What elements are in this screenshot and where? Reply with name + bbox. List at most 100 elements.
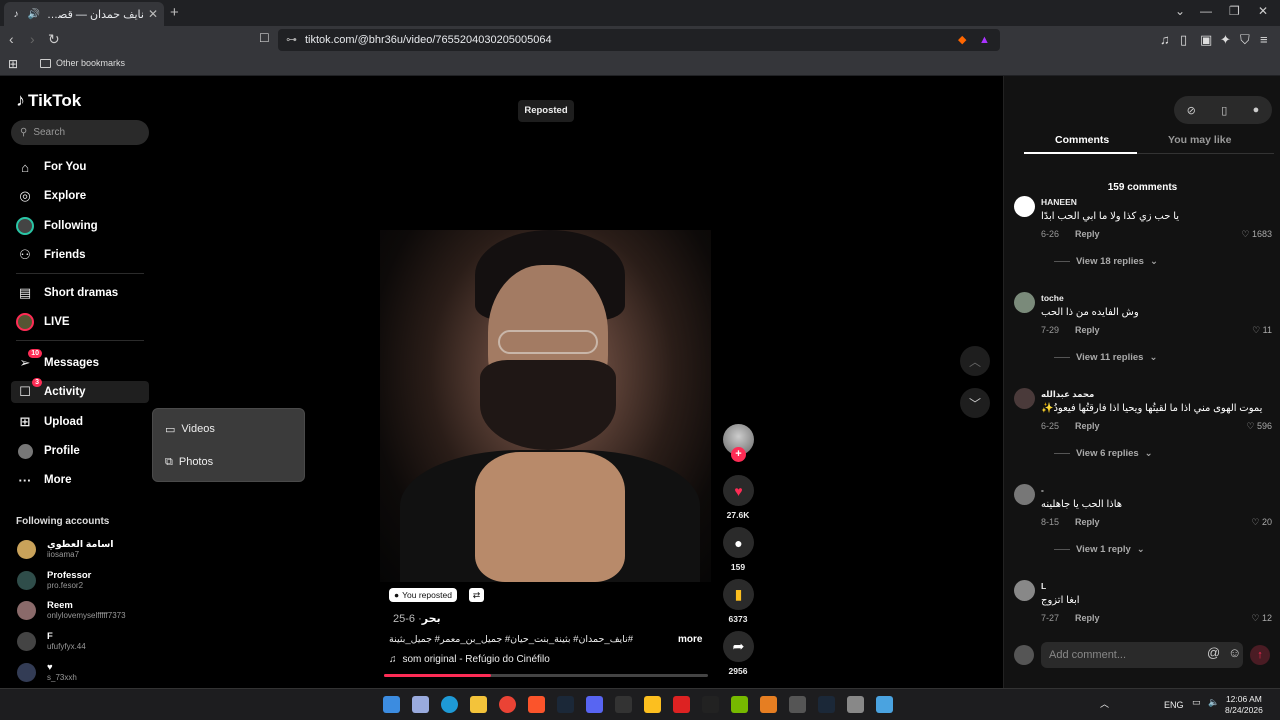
nav-short-dramas[interactable]: ▤ Short dramas [11,282,149,304]
forward-icon[interactable]: › [30,31,35,47]
url-bar[interactable]: ⊶ tiktok.com/@bhr36u/video/7655204030205… [278,29,1000,51]
view-replies-button[interactable]: View 11 replies ⌄ [1054,352,1157,363]
comment-like[interactable]: ♡ 20 [1251,517,1272,528]
comment-user[interactable]: toche [1041,293,1064,303]
upload-photos-option[interactable]: ⧉ Photos [165,453,213,471]
chrome-icon[interactable] [499,696,516,713]
steam-icon[interactable] [557,696,574,713]
app-icon[interactable] [847,696,864,713]
nav-messages[interactable]: ➢ 10 Messages [11,349,149,374]
video-author-line[interactable]: بحر· 6-25 [389,612,441,625]
reply-button[interactable]: Reply [1075,325,1100,335]
account-item[interactable]: Reem onlylovemyselfffff7373 [17,597,147,623]
apps-grid-icon[interactable]: ⊞ [8,57,18,71]
brave-shield-icon[interactable]: ◆ [958,29,966,51]
discord-icon[interactable] [586,696,603,713]
avatar[interactable] [1014,292,1035,313]
nav-activity[interactable]: ☐ 3 Activity [11,378,149,403]
back-icon[interactable]: ‹ [9,31,14,47]
comment-like[interactable]: ♡ 12 [1251,613,1272,624]
vpn-icon[interactable]: ⛉ [1240,32,1250,48]
avatar[interactable] [1014,388,1035,409]
view-replies-button[interactable]: View 1 reply ⌄ [1054,544,1145,555]
nav-for-you[interactable]: ⌂ For You [11,156,149,178]
tab-you-may-like[interactable]: You may like [1168,134,1231,146]
user-avatar-icon[interactable]: ● [1253,104,1260,116]
comment-like[interactable]: ♡ 1683 [1241,229,1272,240]
search-input[interactable]: ⚲ Search [11,120,149,145]
edge-icon[interactable] [441,696,458,713]
mention-at-icon[interactable]: @ [1207,645,1220,660]
epic-games-icon[interactable] [615,696,632,713]
steam-icon[interactable] [818,696,835,713]
site-info-icon[interactable]: ⊶ [286,29,297,51]
tab-comments[interactable]: Comments [1055,134,1109,146]
app-icon[interactable] [644,696,661,713]
share-arrow-icon[interactable]: ➦ [723,631,754,662]
settings-icon[interactable] [876,696,893,713]
nav-following[interactable]: Following [11,215,149,237]
music-icon[interactable]: ♫ [1160,32,1170,47]
app-icon[interactable] [673,696,690,713]
network-icon[interactable]: ▭ [1192,697,1201,708]
nav-profile[interactable]: Profile [11,440,149,462]
compass-icon[interactable]: ⊘ [1187,104,1196,117]
bookmark-folder[interactable]: Other bookmarks [40,58,125,68]
nvidia-icon[interactable] [731,696,748,713]
avatar[interactable] [1014,196,1035,217]
nav-more[interactable]: ··· More [11,469,149,491]
upload-videos-option[interactable]: ▭ Videos [165,420,215,438]
brave-rewards-icon[interactable]: ▲ [979,29,990,51]
reply-button[interactable]: Reply [1075,229,1100,239]
ai-icon[interactable]: ✦ [1220,32,1231,48]
language-indicator[interactable]: ENG [1164,700,1184,710]
send-arrow-icon[interactable]: ↑ [1250,645,1270,665]
account-item[interactable]: Professor pro.fesor2 [17,567,147,593]
avatar[interactable] [1014,580,1035,601]
reload-icon[interactable]: ↻ [48,31,60,48]
video-progress-bar[interactable] [384,674,708,677]
tab-search-icon[interactable]: ⌄ [1175,4,1185,18]
app-icon[interactable] [702,696,719,713]
follow-plus-icon[interactable]: + [731,447,746,462]
reply-button[interactable]: Reply [1075,613,1100,623]
nav-explore[interactable]: ◎ Explore [11,185,149,207]
file-explorer-icon[interactable] [470,696,487,713]
browser-tab[interactable]: ♪ 🔊 نايف حمدان — قصص وتصمي ✕ [4,2,164,26]
nav-upload[interactable]: ⊞ Upload [11,411,149,433]
repost-icon[interactable]: ⇄ [469,588,484,602]
comment-user[interactable]: L [1041,581,1046,591]
close-window-icon[interactable]: ✕ [1258,4,1268,18]
video-frame[interactable] [380,230,711,582]
volume-icon[interactable]: 🔈 [1208,697,1219,708]
video-music[interactable]: ♫ som original - Refúgio do Cinéfilo [389,654,550,665]
app-icon[interactable] [789,696,806,713]
comment-like[interactable]: ♡ 11 [1252,325,1272,336]
new-tab-icon[interactable]: + [170,4,179,21]
device-icon[interactable]: ▯ [1221,104,1227,117]
clock[interactable]: 12:06 AM 8/24/2026 [1225,694,1263,716]
chevron-up-icon[interactable]: ︿ [1100,697,1109,710]
like-heart-icon[interactable]: ♥ [723,475,754,506]
menu-icon[interactable]: ≡ [1260,32,1268,47]
nav-friends[interactable]: ⚇ Friends [11,244,149,266]
comment-user[interactable]: HANEEN [1041,197,1077,207]
nav-live[interactable]: LIVE [11,311,149,333]
you-reposted-badge[interactable]: ● You reposted [389,588,457,602]
previous-video-chevron-up-icon[interactable]: ︿ [960,346,990,376]
account-item[interactable]: Fufufyfyx.44 [17,628,147,654]
sidebar-toggle-icon[interactable]: ▯ [1180,32,1187,48]
search-app-icon[interactable] [412,696,429,713]
reply-button[interactable]: Reply [1075,421,1100,431]
more-button[interactable]: more [678,634,702,645]
minimize-icon[interactable]: — [1200,4,1212,18]
comment-user[interactable]: محمد عبدالله [1041,389,1094,400]
maximize-icon[interactable]: ❐ [1229,4,1240,18]
speaker-icon[interactable]: 🔊 [28,8,40,20]
close-tab-icon[interactable]: ✕ [148,7,158,21]
brave-icon[interactable] [528,696,545,713]
bookmark-save-icon[interactable]: ▮ [723,579,754,610]
avatar[interactable] [1014,484,1035,505]
view-replies-button[interactable]: View 18 replies ⌄ [1054,256,1158,267]
view-replies-button[interactable]: View 6 replies ⌄ [1054,448,1153,459]
